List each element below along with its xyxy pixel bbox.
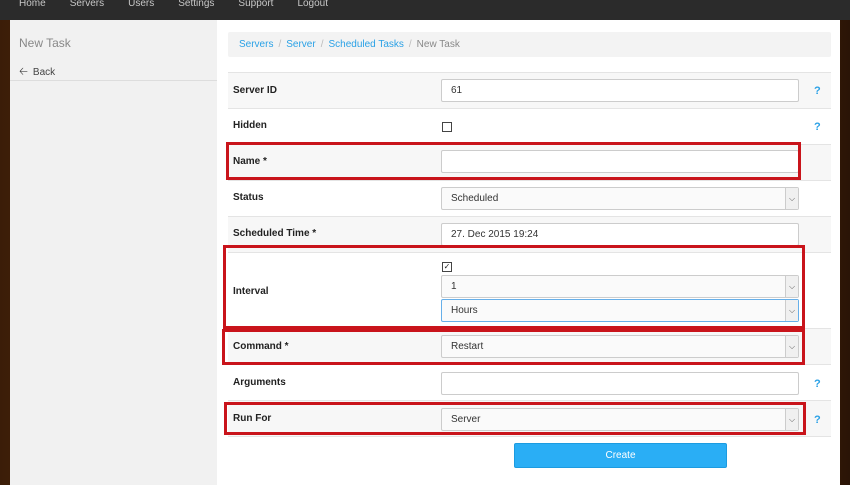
breadcrumb-separator: /: [408, 39, 412, 50]
hidden-checkbox[interactable]: [442, 122, 452, 132]
chevron-down-icon: ⌵: [785, 188, 798, 209]
row-scheduled-time: Scheduled Time * 27. Dec 2015 19:24: [228, 216, 831, 252]
row-command: Command * Restart ⌵: [228, 328, 831, 364]
row-interval: Interval ✓ 1 ⌵ Hours ⌵: [228, 252, 831, 328]
command-value: Restart: [451, 341, 484, 352]
nav-users[interactable]: Users: [128, 0, 154, 9]
nav-support[interactable]: Support: [238, 0, 273, 9]
interval-amount-select[interactable]: 1 ⌵: [441, 275, 799, 298]
run-for-select[interactable]: Server ⌵: [441, 408, 799, 431]
create-button[interactable]: Create: [514, 443, 727, 468]
interval-unit-value: Hours: [451, 305, 478, 316]
breadcrumb-separator: /: [320, 39, 324, 50]
nav-servers[interactable]: Servers: [70, 0, 104, 9]
scheduled-time-label: Scheduled Time *: [233, 228, 317, 239]
run-for-value: Server: [451, 414, 481, 425]
sidebar-divider: [10, 80, 217, 81]
back-label: Back: [32, 67, 56, 78]
chevron-down-icon: ⌵: [785, 300, 798, 321]
name-label: Name *: [233, 156, 267, 167]
scheduled-time-input[interactable]: 27. Dec 2015 19:24: [441, 223, 799, 246]
row-arguments: Arguments ?: [228, 364, 831, 400]
status-value: Scheduled: [451, 193, 499, 204]
help-icon[interactable]: ?: [814, 378, 821, 390]
name-input[interactable]: [441, 150, 799, 173]
row-hidden: Hidden ?: [228, 108, 831, 144]
row-run-for: Run For Server ⌵ ?: [228, 400, 831, 437]
scheduled-time-value: 27. Dec 2015 19:24: [451, 229, 539, 240]
status-select[interactable]: Scheduled ⌵: [441, 187, 799, 210]
interval-label: Interval: [233, 286, 269, 297]
breadcrumb-scheduled-tasks[interactable]: Scheduled Tasks: [328, 39, 403, 50]
arguments-label: Arguments: [233, 377, 286, 388]
sidebar-title: New Task: [19, 36, 71, 50]
row-server-id: Server ID 61 ?: [228, 72, 831, 108]
chevron-down-icon: ⌵: [785, 336, 798, 357]
command-label: Command *: [233, 341, 289, 352]
help-icon[interactable]: ?: [814, 85, 821, 97]
nav-home[interactable]: Home: [19, 0, 46, 9]
row-status: Status Scheduled ⌵: [228, 180, 831, 216]
server-id-label: Server ID: [233, 85, 277, 96]
run-for-label: Run For: [233, 413, 272, 424]
hidden-label: Hidden: [233, 120, 267, 131]
row-name: Name *: [228, 144, 831, 180]
help-icon[interactable]: ?: [814, 121, 821, 133]
chevron-down-icon: ⌵: [785, 409, 798, 430]
interval-unit-select[interactable]: Hours ⌵: [441, 299, 799, 322]
nav-settings[interactable]: Settings: [178, 0, 214, 9]
breadcrumb-separator: /: [278, 39, 282, 50]
breadcrumb-servers[interactable]: Servers: [239, 39, 273, 50]
top-navigation: Home Servers Users Settings Support Logo…: [0, 0, 850, 20]
help-icon[interactable]: ?: [814, 414, 821, 426]
interval-amount-value: 1: [451, 281, 457, 292]
main-content: Servers / Server / Scheduled Tasks / New…: [217, 20, 840, 485]
arguments-input[interactable]: [441, 372, 799, 395]
chevron-down-icon: ⌵: [785, 276, 798, 297]
breadcrumb-server[interactable]: Server: [286, 39, 315, 50]
breadcrumb: Servers / Server / Scheduled Tasks / New…: [228, 32, 831, 57]
breadcrumb-current: New Task: [416, 39, 460, 50]
nav-logout[interactable]: Logout: [297, 0, 328, 9]
server-id-input[interactable]: 61: [441, 79, 799, 102]
server-id-value: 61: [451, 85, 463, 96]
interval-checkbox[interactable]: ✓: [442, 262, 452, 272]
status-label: Status: [233, 192, 264, 203]
command-select[interactable]: Restart ⌵: [441, 335, 799, 358]
sidebar: New Task 🡠 Back: [10, 20, 217, 485]
